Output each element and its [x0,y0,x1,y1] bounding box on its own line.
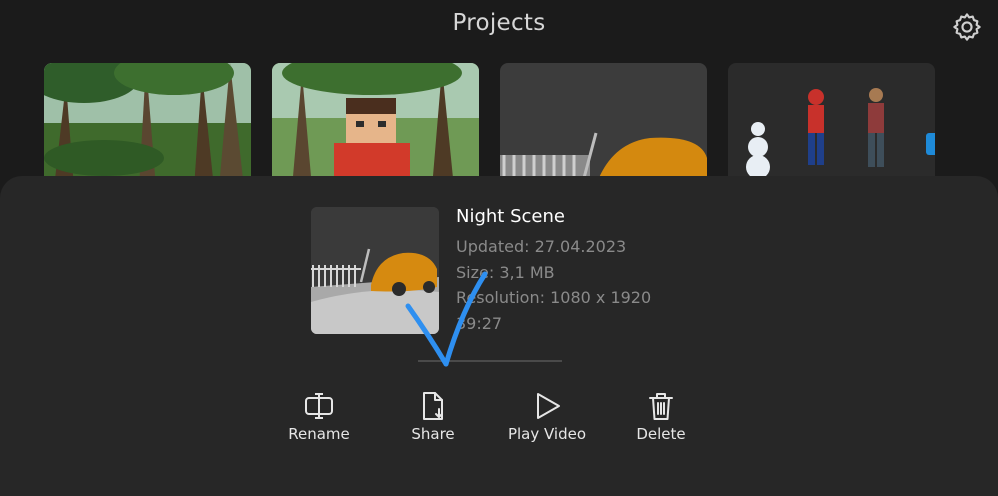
page-title: Projects [452,10,546,36]
project-thumbnail-forest[interactable] [44,63,251,188]
gear-icon [953,13,981,41]
rename-label: Rename [288,425,350,443]
delete-label: Delete [636,425,686,443]
delete-button[interactable]: Delete [606,390,716,443]
rename-icon [305,393,333,419]
project-updated: Updated: 27.04.2023 [456,237,627,256]
share-label: Share [411,425,455,443]
rename-button[interactable]: Rename [264,390,374,443]
project-thumbnail-characters[interactable] [728,63,935,188]
annotation-arrow-icon [405,271,488,367]
project-thumbnail-character[interactable] [272,63,479,188]
share-file-icon [423,392,443,420]
play-video-button[interactable]: Play Video [492,390,602,443]
share-button[interactable]: Share [378,390,488,443]
settings-button[interactable] [951,11,983,43]
trash-icon [649,393,673,420]
play-video-label: Play Video [507,425,587,443]
project-thumbnail-night-scene[interactable] [500,63,707,188]
play-icon [537,393,560,419]
project-name: Night Scene [456,206,565,227]
